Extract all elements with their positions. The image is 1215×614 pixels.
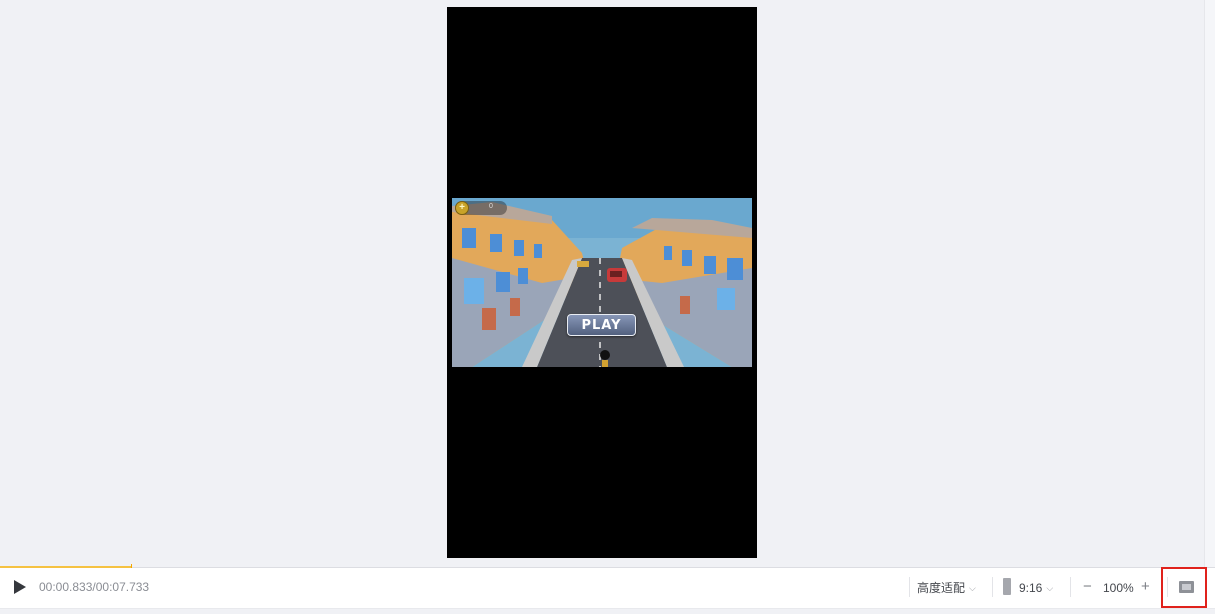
zoom-level: 100% — [1103, 581, 1134, 595]
aspect-ratio-label: 9:16 — [1019, 581, 1043, 595]
fullscreen-icon — [1179, 581, 1194, 593]
coin-count: 0 — [489, 203, 493, 210]
fit-mode-dropdown[interactable]: 高度适配 ⌵ — [917, 578, 976, 598]
street-scene — [452, 198, 752, 367]
divider — [1070, 577, 1071, 597]
zoom-in-icon[interactable]: + — [1141, 577, 1150, 597]
coin-counter: + 0 — [455, 201, 507, 215]
playback-toolbar: 00:00.833/00:07.733 高度适配 ⌵ 9:16 ⌵ − 100% + — [0, 568, 1215, 609]
chevron-down-icon: ⌵ — [969, 583, 976, 593]
play-game-button[interactable]: PLAY — [567, 314, 636, 336]
play-icon[interactable] — [13, 579, 27, 595]
chevron-down-icon: ⌵ — [1046, 583, 1054, 593]
aspect-ratio-dropdown[interactable]: 9:16 ⌵ — [1019, 578, 1053, 598]
video-preview[interactable]: + 0 PLAY — [447, 7, 757, 558]
divider — [992, 577, 993, 597]
fit-mode-label: 高度适配 — [917, 581, 966, 595]
zoom-out-icon[interactable]: − — [1083, 577, 1092, 597]
fullscreen-button[interactable] — [1161, 567, 1207, 608]
game-screenshot: + 0 PLAY — [452, 198, 752, 367]
time-readout: 00:00.833/00:07.733 — [39, 580, 150, 594]
aspect-ratio-icon — [1003, 578, 1011, 595]
scroll-edge — [1204, 0, 1215, 567]
divider — [909, 577, 910, 597]
coin-icon: + — [455, 201, 469, 215]
